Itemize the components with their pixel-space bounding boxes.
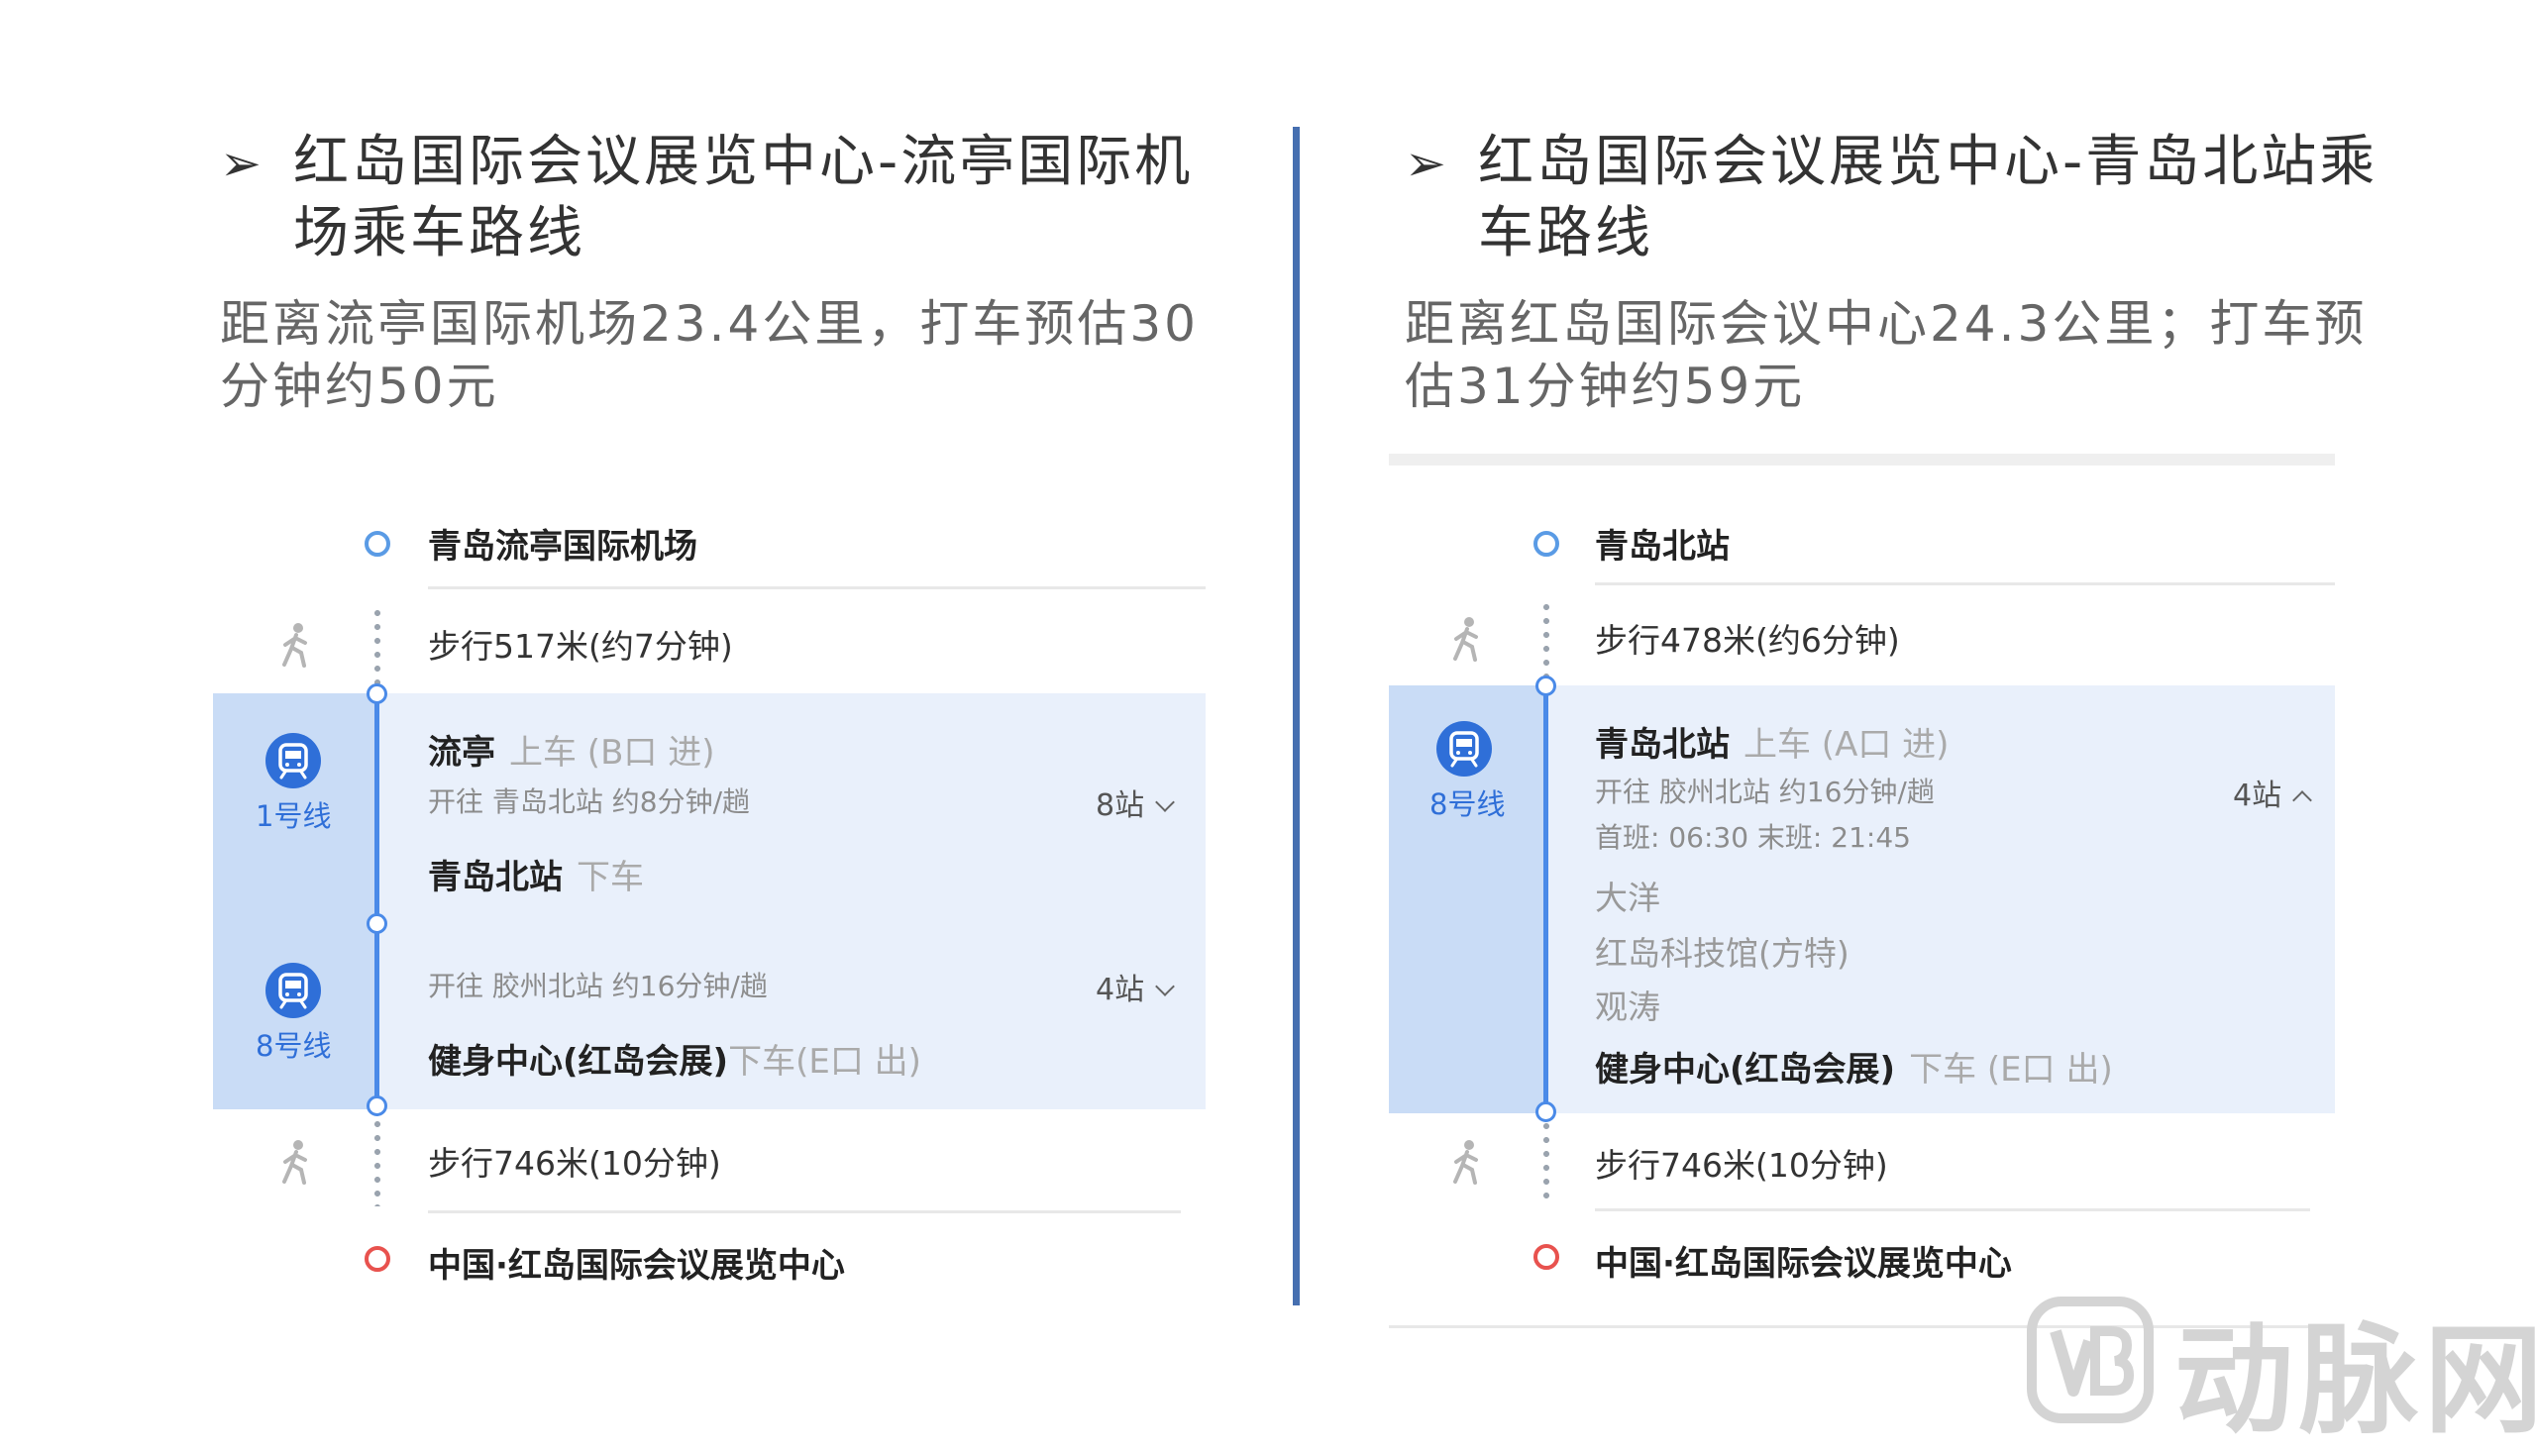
right-destination[interactable]: 中国·红岛国际会议展览中心 — [1595, 1236, 2012, 1285]
destination-marker-icon — [365, 1246, 390, 1272]
walk-dotted-line — [1543, 600, 1549, 681]
right-board-row[interactable]: 青岛北站 上车 (A口 进) — [1595, 717, 1949, 766]
left-line1-stop-count[interactable]: 8站 — [1096, 780, 1175, 824]
route-line — [374, 693, 379, 1109]
left-origin-station[interactable]: 青岛流亭国际机场 — [428, 519, 697, 568]
right-desc-line2: 估31分钟约59元 — [1405, 358, 1806, 415]
metro-train-icon — [265, 963, 321, 1018]
left-board-note: 上车 (B口 进) — [509, 733, 715, 773]
left-desc-line1: 距离流亭国际机场23.4公里，打车预估30 — [220, 295, 1199, 353]
left-desc-line2: 分钟约50元 — [220, 358, 499, 415]
vertical-divider — [1293, 127, 1300, 1305]
metro-train-icon — [1436, 721, 1492, 777]
chevron-up-icon — [2292, 790, 2312, 810]
right-line-count-text: 4站 — [2233, 779, 2282, 813]
left-line1-direction: 开往 青岛北站 约8分钟/趟 — [428, 785, 751, 818]
destination-marker-icon — [1533, 1244, 1559, 1270]
walk-dotted-line — [374, 606, 380, 689]
watermark-text: 动脉网 — [2174, 1312, 2536, 1450]
left-title-line2: 场乘车路线 — [293, 201, 585, 265]
left-line2-direction: 开往 胶州北站 约16分钟/趟 — [428, 970, 768, 1002]
right-origin-station[interactable]: 青岛北站 — [1595, 519, 1730, 568]
origin-marker-icon — [1533, 531, 1559, 557]
bullet-arrow-icon: ➢ — [220, 135, 262, 192]
metro-train-icon — [265, 733, 321, 788]
left-walk-2-text: 步行746米(10分钟) — [428, 1144, 721, 1183]
walk-dotted-line — [1543, 1119, 1549, 1206]
right-title-line2: 车路线 — [1478, 201, 1653, 265]
left-board-station: 流亭 — [428, 733, 495, 773]
separator — [428, 1210, 1181, 1213]
left-transfer-note: 下车 — [577, 858, 644, 897]
left-destination[interactable]: 中国·红岛国际会议展览中心 — [428, 1238, 845, 1287]
left-transfer-station: 青岛北站 — [428, 858, 563, 897]
left-transfer-row[interactable]: 青岛北站 下车 — [428, 850, 644, 898]
left-line2-label: 8号线 — [256, 1029, 332, 1063]
origin-marker-icon — [365, 531, 390, 557]
right-intermediate-stop: 红岛科技馆(方特) — [1595, 934, 1849, 973]
left-line2-stop-count[interactable]: 4站 — [1096, 965, 1175, 1008]
chevron-down-icon — [1155, 792, 1175, 812]
right-board-station: 青岛北站 — [1595, 725, 1730, 765]
left-line1-label: 1号线 — [256, 799, 332, 833]
right-walk-1-text: 步行478米(约6分钟) — [1595, 621, 1900, 660]
right-intermediate-stop: 大洋 — [1595, 879, 1660, 917]
left-alight-row[interactable]: 健身中心(红岛会展)下车(E口 出) — [428, 1034, 921, 1083]
walk-icon — [1453, 1140, 1478, 1185]
right-line-label: 8号线 — [1429, 787, 1506, 821]
walk-icon — [1453, 617, 1478, 662]
left-alight-station: 健身中心(红岛会展) — [428, 1042, 729, 1082]
separator — [428, 586, 1206, 589]
watermark-logo-icon — [2027, 1297, 2154, 1423]
left-board-row[interactable]: 流亭 上车 (B口 进) — [428, 725, 714, 774]
left-line2-count-text: 4站 — [1096, 973, 1145, 1007]
route-node — [367, 913, 387, 934]
right-line-direction: 开往 胶州北站 约16分钟/趟 — [1595, 776, 1935, 808]
separator — [1595, 1208, 2310, 1211]
right-walk-2-text: 步行746米(10分钟) — [1595, 1146, 1888, 1185]
chevron-down-icon — [1155, 977, 1175, 996]
walk-icon — [282, 623, 307, 668]
right-board-note: 上车 (A口 进) — [1744, 725, 1950, 765]
right-desc-line1: 距离红岛国际会议中心24.3公里；打车预 — [1405, 295, 2368, 353]
left-walk-1-text: 步行517米(约7分钟) — [428, 627, 733, 666]
right-alight-station: 健身中心(红岛会展) — [1595, 1050, 1896, 1090]
left-line1-count-text: 8站 — [1096, 788, 1145, 823]
top-separator — [1389, 454, 2335, 466]
right-schedule: 首班: 06:30 末班: 21:45 — [1595, 821, 1911, 854]
right-line-stop-count[interactable]: 4站 — [2233, 771, 2312, 814]
left-alight-note: 下车(E口 出) — [728, 1042, 921, 1082]
right-alight-row[interactable]: 健身中心(红岛会展) 下车 (E口 出) — [1595, 1042, 2113, 1091]
bullet-arrow-icon: ➢ — [1405, 135, 1446, 192]
right-title-line1: 红岛国际会议展览中心-青岛北站乘 — [1478, 130, 2378, 194]
route-node — [1535, 676, 1556, 696]
separator — [1595, 582, 2335, 585]
right-alight-note: 下车 (E口 出) — [1909, 1050, 2113, 1090]
walk-dotted-line — [374, 1117, 380, 1206]
route-line — [1543, 685, 1548, 1113]
route-node — [367, 1095, 387, 1116]
route-node — [367, 683, 387, 704]
left-title-line1: 红岛国际会议展览中心-流亭国际机 — [293, 130, 1194, 194]
right-intermediate-stop: 观涛 — [1595, 988, 1660, 1026]
walk-icon — [282, 1140, 307, 1185]
